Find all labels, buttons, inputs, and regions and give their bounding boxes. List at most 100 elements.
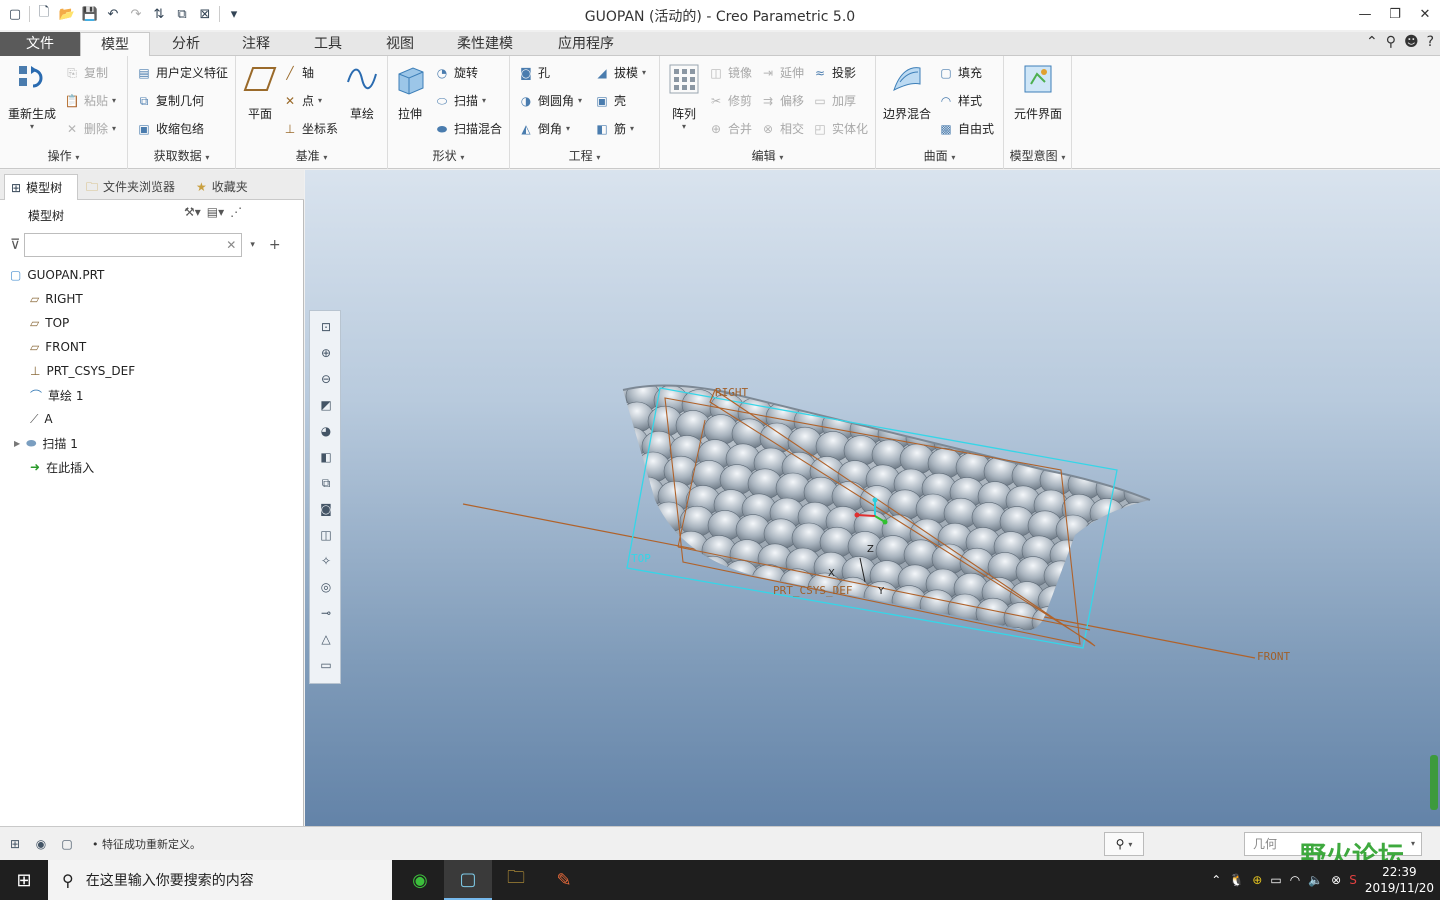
sogou-icon[interactable]: S	[1349, 873, 1357, 887]
windows-start-icon[interactable]: ⊞	[0, 860, 48, 900]
datum-display-icon[interactable]: ✧	[316, 551, 336, 571]
group-label[interactable]: 操作 ▾	[0, 147, 127, 164]
tree-item-insert-here[interactable]: ➜ 在此插入	[30, 456, 94, 478]
pattern-button[interactable]: 阵列 ▾	[664, 62, 704, 131]
search-icon[interactable]: ⚲	[1386, 34, 1396, 50]
copy-button[interactable]: ⎘ 复制	[64, 64, 108, 81]
spin-center-icon[interactable]: ◎	[316, 577, 336, 597]
plane-button[interactable]: 平面	[240, 62, 280, 122]
tree-search-input[interactable]	[24, 233, 243, 257]
collapse-ribbon-icon[interactable]: ⌃	[1366, 34, 1378, 50]
perspective-icon[interactable]: ◕	[316, 421, 336, 441]
copy-geometry-button[interactable]: ⧉ 复制几何	[136, 92, 204, 109]
help-icon[interactable]: ?	[1427, 34, 1434, 50]
tab-view[interactable]: 视图	[366, 32, 434, 56]
tab-model-tree[interactable]: ⊞ 模型树	[4, 174, 78, 200]
regenerate-button[interactable]: 重新生成 ▾	[4, 62, 60, 131]
tree-item-csys[interactable]: ⊥ PRT_CSYS_DEF	[30, 360, 135, 382]
rib-button[interactable]: ◧ 筋 ▾	[594, 120, 634, 137]
draft-button[interactable]: ◢ 拔模 ▾	[594, 64, 646, 81]
udf-button[interactable]: ▤ 用户定义特征	[136, 64, 228, 81]
taskbar-search[interactable]: ⚲ 在这里输入你要搜索的内容	[48, 860, 392, 900]
point-button[interactable]: ✕ 点 ▾	[282, 92, 322, 109]
group-label[interactable]: 基准 ▾	[236, 147, 387, 164]
delete-button[interactable]: ✕ 删除 ▾	[64, 120, 116, 137]
minimize-icon[interactable]: —	[1350, 0, 1380, 28]
swept-blend-button[interactable]: ⬬ 扫描混合	[434, 120, 502, 137]
chamfer-button[interactable]: ◭ 倒角 ▾	[518, 120, 570, 137]
sketch-button[interactable]: 草绘	[342, 62, 382, 122]
wifi-icon[interactable]: ◠	[1290, 873, 1300, 887]
intersect-button[interactable]: ⊗ 相交	[760, 120, 804, 137]
volume-icon[interactable]: 🔈	[1308, 873, 1323, 887]
grid-icon[interactable]: ▭	[316, 655, 336, 675]
project-button[interactable]: ≈ 投影	[812, 64, 856, 81]
battery-icon[interactable]: ▭	[1270, 873, 1281, 887]
paste-button[interactable]: 📋 粘贴 ▾	[64, 92, 117, 109]
add-icon[interactable]: +	[269, 237, 281, 253]
clock[interactable]: 22:39 2019/11/20	[1365, 864, 1434, 896]
tree-item-part[interactable]: ▢ GUOPAN.PRT	[10, 264, 104, 286]
clear-icon[interactable]: ✕	[226, 238, 236, 252]
group-label[interactable]: 曲面 ▾	[876, 147, 1003, 164]
tree-item-sketch[interactable]: ⌒ 草绘 1	[30, 384, 83, 406]
scroll-indicator[interactable]	[1430, 755, 1438, 810]
tab-folder-browser[interactable]: 🗀 文件夹浏览器	[80, 174, 188, 200]
group-label[interactable]: 模型意图 ▾	[1004, 147, 1071, 164]
community-icon[interactable]: ☻	[1404, 34, 1419, 50]
repaint-icon[interactable]: ◩	[316, 395, 336, 415]
close-icon[interactable]: ✕	[1410, 0, 1440, 28]
hole-button[interactable]: ◙ 孔	[518, 64, 550, 81]
shell-button[interactable]: ▣ 壳	[594, 92, 626, 109]
saved-orientations-icon[interactable]: ⧉	[316, 473, 336, 493]
group-label[interactable]: 工程 ▾	[510, 147, 659, 164]
filter-columns-icon[interactable]: ⋰	[230, 205, 242, 219]
axis-button[interactable]: ╱ 轴	[282, 64, 314, 81]
thicken-button[interactable]: ▭ 加厚	[812, 92, 856, 109]
merge-button[interactable]: ⊕ 合并	[708, 120, 752, 137]
tab-tools[interactable]: 工具	[292, 32, 364, 56]
freeform-button[interactable]: ▩ 自由式	[938, 120, 994, 137]
tray-plus-icon[interactable]: ⊕	[1252, 873, 1262, 887]
tree-item-sweep[interactable]: ▶ ⬬ 扫描 1	[14, 432, 78, 454]
mirror-button[interactable]: ◫ 镜像	[708, 64, 752, 81]
browser-toggle-icon[interactable]: ◉	[32, 835, 50, 853]
graphics-window[interactable]: RIGHT TOP FRONT PRT_CSYS_DEF Z X Y ⊡ ⊕ ⊖…	[305, 170, 1440, 826]
restore-icon[interactable]: ❐	[1380, 0, 1410, 28]
zoom-out-icon[interactable]: ⊖	[316, 369, 336, 389]
section-icon[interactable]: ◫	[316, 525, 336, 545]
app-creo-icon[interactable]: ▢	[444, 860, 492, 900]
tab-file[interactable]: 文件	[0, 32, 80, 56]
fullscreen-icon[interactable]: ▢	[58, 835, 76, 853]
show-icon[interactable]: ▤▾	[207, 205, 224, 219]
tree-item-front[interactable]: ▱ FRONT	[30, 336, 86, 358]
solidify-button[interactable]: ◰ 实体化	[812, 120, 868, 137]
revolve-button[interactable]: ◔ 旋转	[434, 64, 478, 81]
tree-item-axis[interactable]: ⟋ A	[30, 408, 53, 430]
navigator-toggle-icon[interactable]: ⊞	[6, 835, 24, 853]
tray-close-icon[interactable]: ⊗	[1331, 873, 1341, 887]
tab-applications[interactable]: 应用程序	[536, 32, 636, 56]
annotation-display-icon[interactable]: ⊸	[316, 603, 336, 623]
model-view[interactable]: RIGHT TOP FRONT PRT_CSYS_DEF Z X Y	[305, 170, 1440, 826]
offset-button[interactable]: ⇉ 偏移	[760, 92, 804, 109]
extend-button[interactable]: ⇥ 延伸	[760, 64, 804, 81]
sweep-button[interactable]: ⬭ 扫描 ▾	[434, 92, 486, 109]
fill-button[interactable]: ▢ 填充	[938, 64, 982, 81]
tab-flexible-modeling[interactable]: 柔性建模	[436, 32, 534, 56]
tray-expand-icon[interactable]: ⌃	[1211, 873, 1221, 887]
boundary-blend-button[interactable]: 边界混合	[880, 62, 934, 122]
appearance-icon[interactable]: △	[316, 629, 336, 649]
style-button[interactable]: ◠ 样式	[938, 92, 982, 109]
zoom-in-icon[interactable]: ⊕	[316, 343, 336, 363]
tab-favorites[interactable]: ★ 收藏夹	[190, 174, 262, 200]
shrinkwrap-button[interactable]: ▣ 收缩包络	[136, 120, 204, 137]
app-paint-icon[interactable]: ✎	[540, 860, 588, 900]
view-manager-icon[interactable]: ◙	[316, 499, 336, 519]
dropdown-icon[interactable]: ▾	[250, 240, 255, 250]
app-explorer-icon[interactable]: 🗀	[492, 860, 540, 900]
settings-icon[interactable]: ⚒▾	[184, 205, 201, 219]
group-label[interactable]: 编辑 ▾	[660, 147, 875, 164]
group-label[interactable]: 形状 ▾	[388, 147, 509, 164]
tab-annotate[interactable]: 注释	[222, 32, 290, 56]
